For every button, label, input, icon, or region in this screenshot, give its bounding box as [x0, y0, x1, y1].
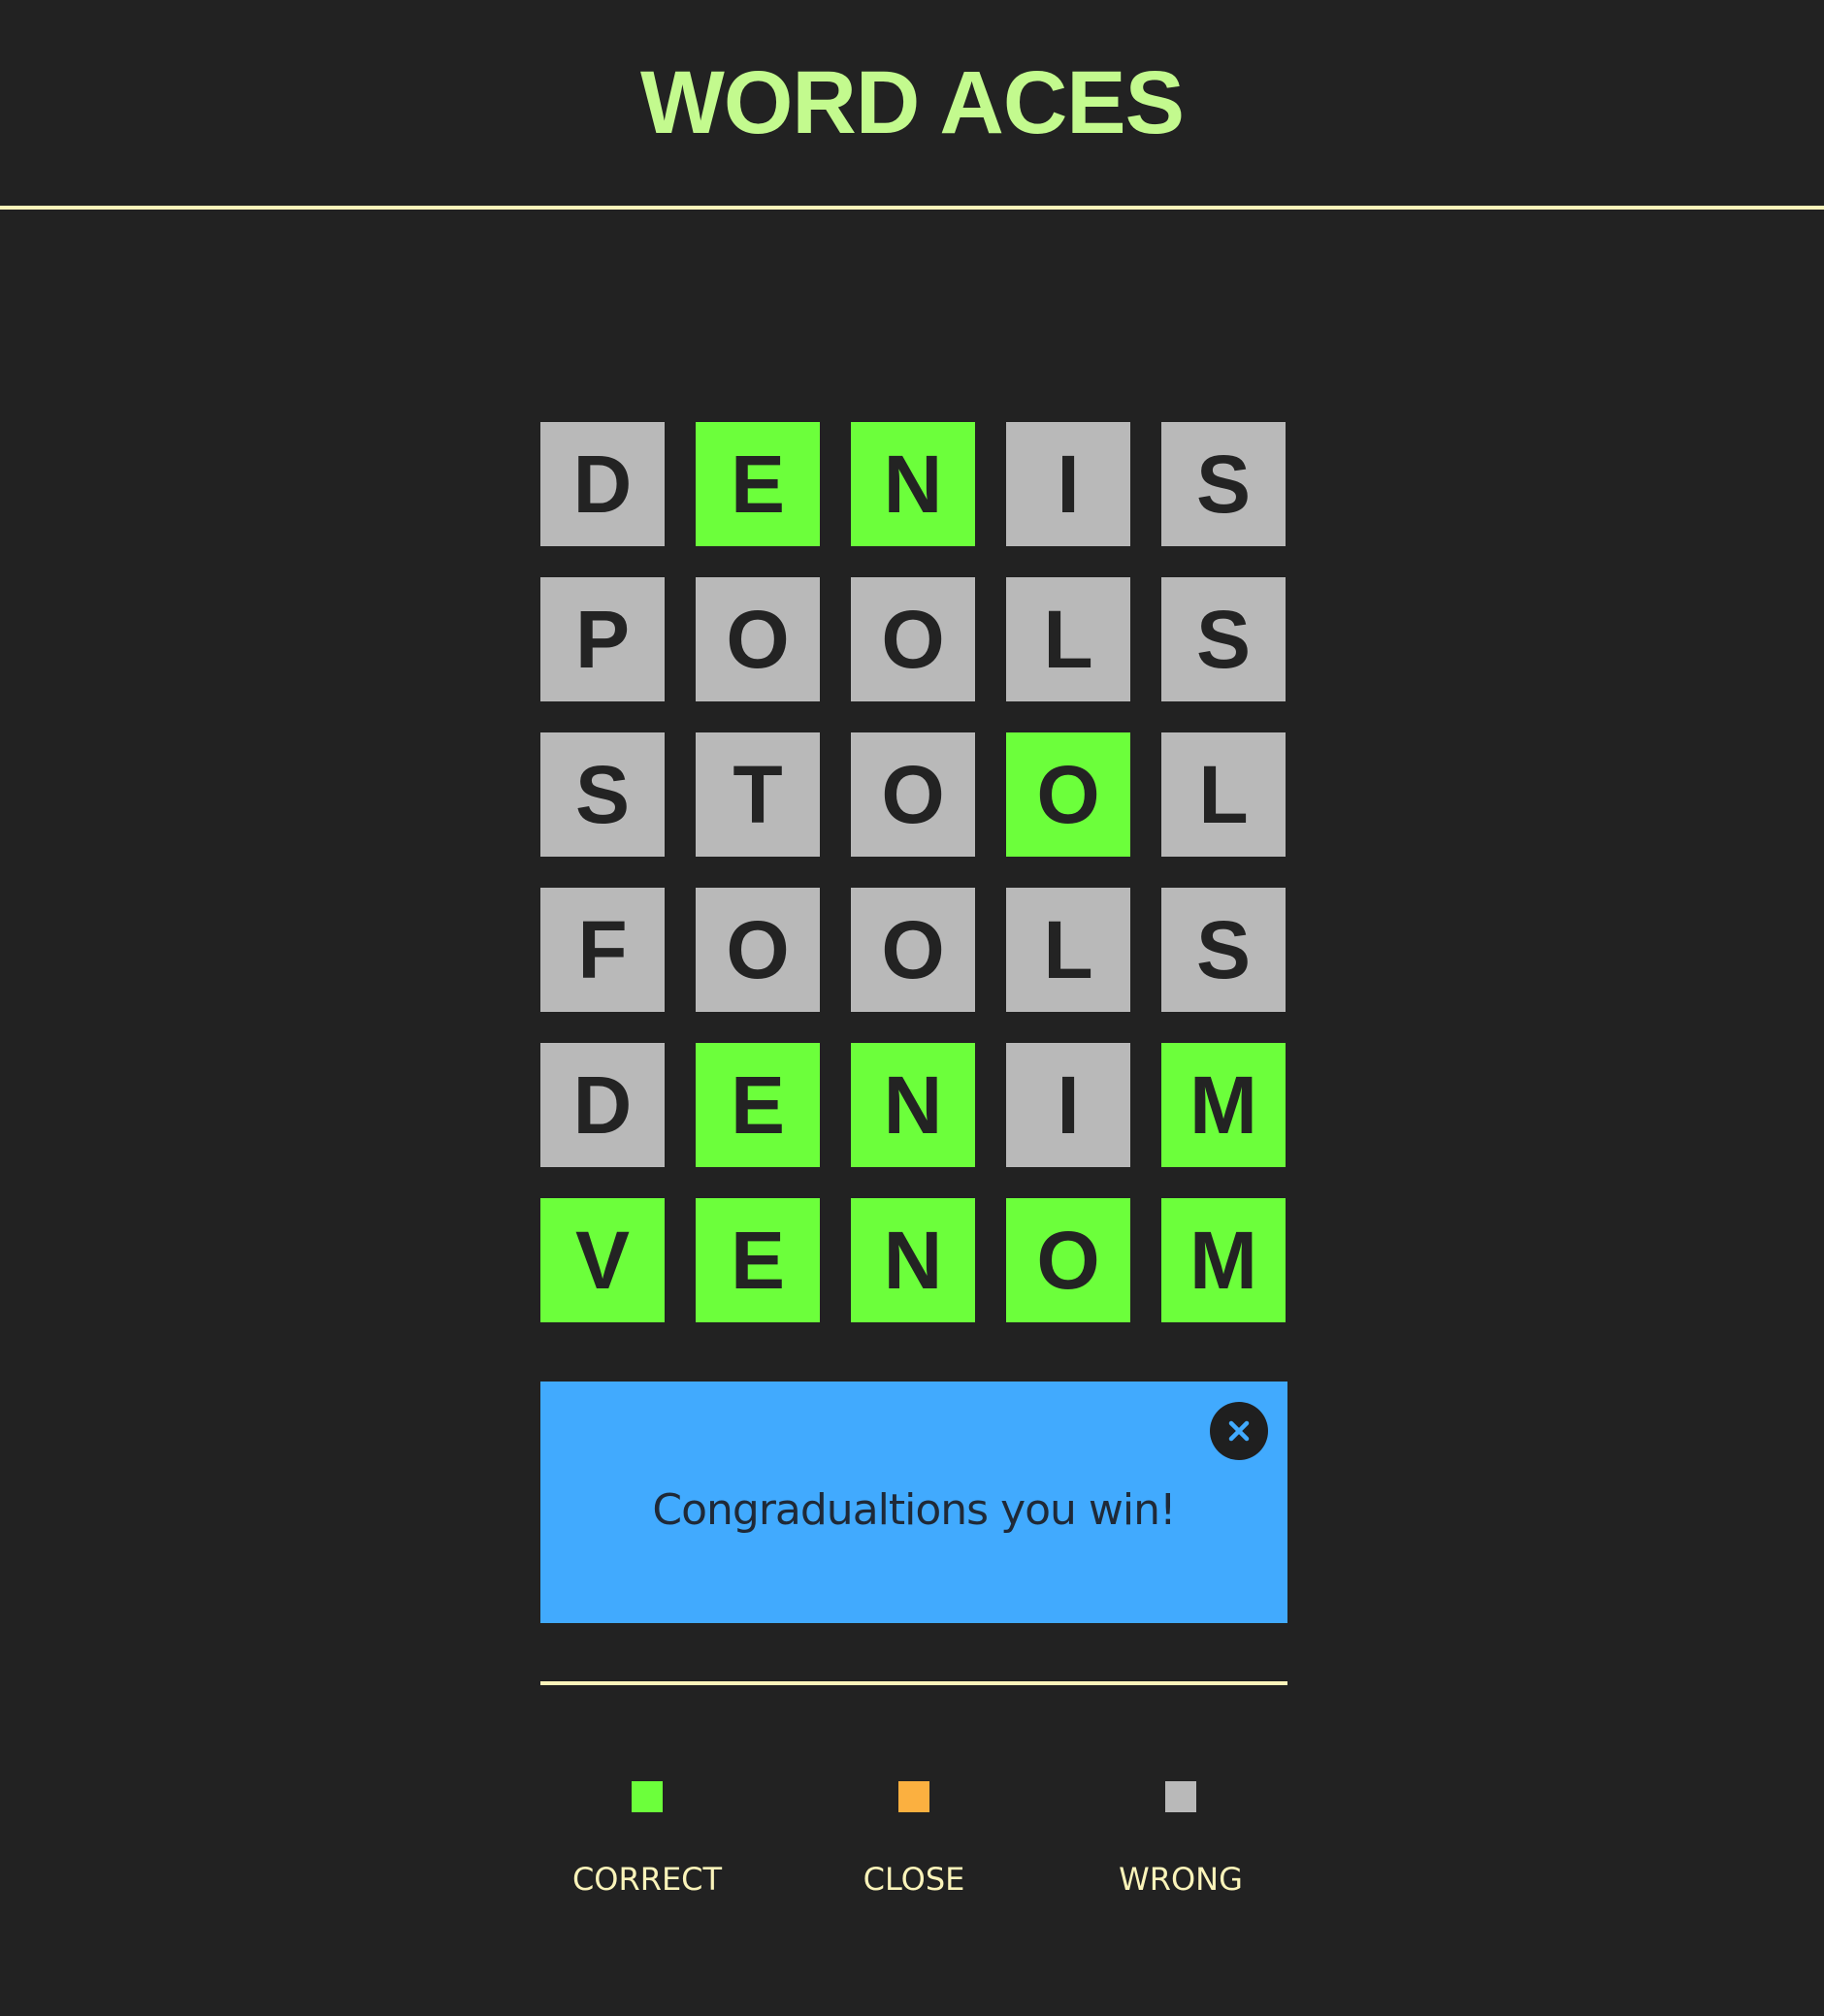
letter-tile: L: [1006, 577, 1130, 701]
letter-tile: D: [540, 422, 665, 546]
letter-tile: S: [540, 732, 665, 857]
letter-tile: T: [696, 732, 820, 857]
letter-tile: V: [540, 1198, 665, 1322]
letter-tile: O: [851, 888, 975, 1012]
legend-item-close: CLOSE: [807, 1781, 1021, 1898]
letter-tile: E: [696, 422, 820, 546]
letter-tile: D: [540, 1043, 665, 1167]
color-legend: CORRECT CLOSE WRONG: [540, 1781, 1287, 1898]
letter-tile: N: [851, 1043, 975, 1167]
letter-tile: S: [1161, 577, 1286, 701]
letter-tile: E: [696, 1043, 820, 1167]
letter-tile: N: [851, 422, 975, 546]
letter-tile: E: [696, 1198, 820, 1322]
close-icon: [1228, 1420, 1250, 1442]
letter-tile: P: [540, 577, 665, 701]
legend-item-wrong: WRONG: [1074, 1781, 1287, 1898]
letter-tile: L: [1006, 888, 1130, 1012]
letter-tile: O: [851, 732, 975, 857]
letter-tile: N: [851, 1198, 975, 1322]
letter-tile: O: [851, 577, 975, 701]
guess-row: F O O L S: [540, 888, 1287, 1012]
legend-swatch-close: [898, 1781, 929, 1812]
header: WORD ACES: [0, 0, 1824, 210]
guess-row: D E N I M: [540, 1043, 1287, 1167]
letter-tile: S: [1161, 422, 1286, 546]
legend-label-correct: CORRECT: [571, 1861, 723, 1898]
legend-label-wrong: WRONG: [1119, 1861, 1243, 1898]
win-banner: Congradualtions you win!: [540, 1382, 1287, 1623]
game-board: D E N I S P O O L S S T O O L F O O L S …: [540, 422, 1287, 1353]
letter-tile: I: [1006, 422, 1130, 546]
guess-row: P O O L S: [540, 577, 1287, 701]
letter-tile: O: [1006, 732, 1130, 857]
letter-tile: O: [696, 888, 820, 1012]
guess-row: S T O O L: [540, 732, 1287, 857]
legend-swatch-wrong: [1165, 1781, 1196, 1812]
letter-tile: L: [1161, 732, 1286, 857]
legend-label-close: CLOSE: [863, 1861, 965, 1898]
section-divider: [540, 1681, 1287, 1685]
guess-row: V E N O M: [540, 1198, 1287, 1322]
win-message: Congradualtions you win!: [652, 1485, 1176, 1535]
guess-row: D E N I S: [540, 422, 1287, 546]
letter-tile: M: [1161, 1198, 1286, 1322]
letter-tile: O: [1006, 1198, 1130, 1322]
letter-tile: O: [696, 577, 820, 701]
legend-item-correct: CORRECT: [540, 1781, 754, 1898]
legend-swatch-correct: [632, 1781, 663, 1812]
letter-tile: S: [1161, 888, 1286, 1012]
letter-tile: F: [540, 888, 665, 1012]
letter-tile: I: [1006, 1043, 1130, 1167]
game-title: WORD ACES: [639, 53, 1185, 152]
letter-tile: M: [1161, 1043, 1286, 1167]
close-banner-button[interactable]: [1210, 1402, 1268, 1460]
